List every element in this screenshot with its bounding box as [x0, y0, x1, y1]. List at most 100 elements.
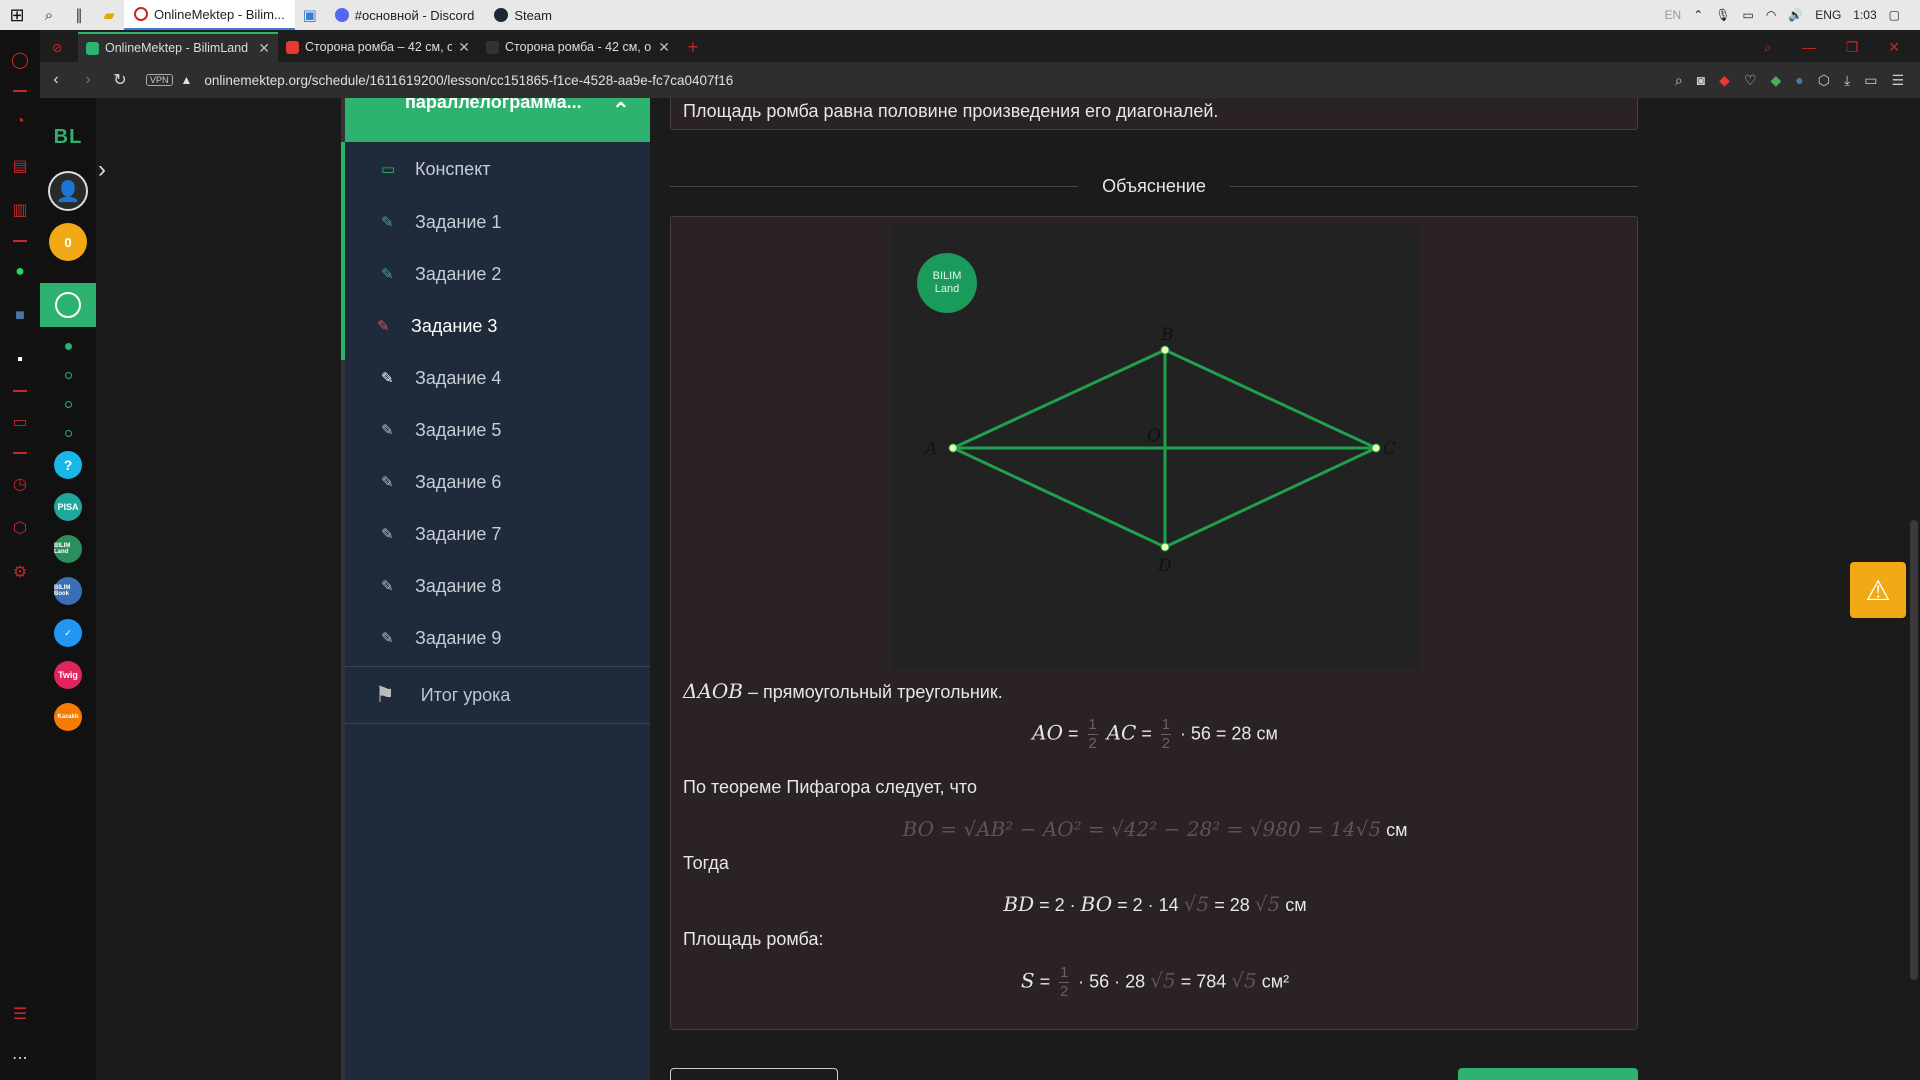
snapshot-icon[interactable]: ◙ — [1697, 72, 1705, 89]
report-warning-icon[interactable]: ⚠ — [1850, 562, 1906, 618]
step-dot[interactable] — [64, 430, 72, 437]
bilimland-app-icon[interactable]: BILIM Land — [54, 535, 82, 563]
chevron-up-icon[interactable]: ⌃ — [1693, 8, 1703, 22]
windows-start-icon[interactable]: ⊞ — [0, 0, 34, 30]
chevron-right-icon[interactable]: › — [90, 150, 114, 190]
previous-button[interactable] — [670, 1068, 838, 1080]
forward-arrow-icon[interactable]: › — [72, 62, 104, 98]
discord-sidebar-icon[interactable]: ▪ — [0, 338, 40, 382]
scrollbar-thumb[interactable] — [1910, 520, 1918, 980]
notifications-icon[interactable]: ▢ — [1889, 8, 1900, 22]
edit-icon: ✎ — [381, 370, 394, 387]
frac-den: 2 — [1059, 983, 1069, 1000]
lesson-header[interactable]: параллелограмма... ⌃ — [345, 98, 650, 142]
sidebar-item-task-7[interactable]: ✎ Задание 7 — [345, 508, 650, 560]
checklist-app-icon[interactable]: ✓ — [54, 619, 82, 647]
restore-icon[interactable]: ❐ — [1846, 39, 1859, 56]
url-text[interactable]: onlinemektep.org/schedule/1611619200/les… — [204, 73, 733, 88]
sidebar-item-task-9[interactable]: ✎ Задание 9 — [345, 612, 650, 664]
sidebar-item-task-3[interactable]: ✎ Задание 3 — [341, 300, 650, 352]
taskview-icon[interactable]: ∥ — [64, 0, 94, 30]
sidebar-item-task-4[interactable]: ✎ Задание 4 — [345, 352, 650, 404]
onlinemektep-app-icon[interactable] — [40, 283, 96, 327]
back-arrow-icon[interactable]: ‹ — [40, 62, 72, 98]
settings-icon[interactable]: ⚙ — [0, 550, 40, 594]
extensions-icon[interactable]: ⬡ — [0, 506, 40, 550]
formula-bo: BO = √AB² − AO² = √42² − 28² = √980 = 14… — [671, 817, 1639, 841]
chevron-up-icon[interactable]: ⌃ — [612, 98, 630, 124]
heart-icon[interactable]: ♡ — [1744, 72, 1757, 89]
easy-setup-icon[interactable]: ☰ — [1891, 72, 1904, 89]
edit-icon: ✎ — [377, 318, 390, 335]
vk-icon[interactable]: ■ — [0, 294, 40, 338]
bilimland-logo[interactable]: BL — [54, 126, 83, 149]
warning-icon[interactable]: ▲ — [181, 73, 193, 87]
shopping-icon[interactable]: ▤ — [0, 144, 40, 188]
coins-badge[interactable]: 0 — [49, 223, 87, 261]
tab-label: Сторона ромба – 42 см, о — [305, 40, 453, 54]
step-dot[interactable] — [64, 372, 72, 379]
tab-quit[interactable]: ⊘ — [40, 32, 78, 62]
sidebar-item-task-5[interactable]: ✎ Задание 5 — [345, 404, 650, 456]
vk-taskbar-icon[interactable]: ▣ — [295, 0, 325, 30]
volume-icon[interactable]: 🔊 — [1788, 8, 1803, 22]
taskbar-app-discord[interactable]: #основной - Discord — [325, 0, 485, 30]
battery-saver-icon[interactable]: ▭ — [1864, 72, 1877, 89]
minimize-icon[interactable]: — — [1802, 39, 1816, 55]
point-b — [1160, 345, 1170, 355]
reload-icon[interactable]: ↻ — [104, 62, 136, 98]
avatar[interactable]: 👤 — [48, 171, 88, 211]
tray-language[interactable]: ENG — [1815, 8, 1841, 22]
sidebar-item-task-2[interactable]: ✎ Задание 2 — [345, 248, 650, 300]
pisa-app-icon[interactable]: PISA — [54, 493, 82, 521]
download-icon[interactable]: ⤓ — [1844, 72, 1850, 89]
speed-dial-icon[interactable]: ◔ — [0, 100, 40, 144]
sidebar-item-konspekt[interactable]: ▭ Конспект — [345, 142, 650, 196]
extension-cube-icon[interactable]: ◆ — [1771, 72, 1782, 89]
vpn-badge[interactable]: VPN — [146, 74, 173, 86]
tab-label: Сторона ромба - 42 см, о — [505, 40, 652, 54]
microphone-icon[interactable]: 🎙 — [1715, 8, 1730, 22]
bilimbook-app-icon[interactable]: BILIM Book — [54, 577, 82, 605]
tab-onlinemektep[interactable]: OnlineMektep - BilimLand ✕ — [78, 32, 278, 62]
os-taskbar: ⊞ ⌕ ∥ ▰ OnlineMektep - Bilim... ▣ #основ… — [0, 0, 1920, 30]
close-icon[interactable]: ✕ — [658, 39, 670, 56]
step-dot[interactable] — [64, 401, 72, 408]
tab-search-icon[interactable]: ⌕ — [1764, 39, 1772, 56]
sidebar-item-task-8[interactable]: ✎ Задание 8 — [345, 560, 650, 612]
help-icon[interactable]: ? — [54, 451, 82, 479]
twig-app-icon[interactable]: Twig — [54, 661, 82, 689]
step-dot[interactable] — [64, 343, 72, 350]
taskbar-app-steam[interactable]: Steam — [484, 0, 562, 30]
history-icon[interactable]: ◷ — [0, 462, 40, 506]
next-button[interactable] — [1458, 1068, 1638, 1080]
close-icon[interactable]: ✕ — [458, 39, 470, 56]
math-eq: = — [1039, 971, 1051, 992]
extensions-icon[interactable]: ⬡ — [1818, 72, 1830, 89]
twitch-icon[interactable]: ▥ — [0, 188, 40, 232]
more-icon[interactable]: ⋯ — [0, 1036, 40, 1080]
tab-yandex-1[interactable]: Сторона ромба – 42 см, о ✕ — [278, 32, 478, 62]
new-tab-plus-icon[interactable]: + — [678, 32, 708, 62]
vk-extension-icon[interactable]: ● — [1795, 72, 1803, 89]
search-icon[interactable]: ⌕ — [34, 0, 64, 30]
adblock-icon[interactable]: ◆ — [1719, 72, 1730, 89]
tray-clock[interactable]: 1:03 — [1853, 8, 1876, 22]
kazakh-app-icon[interactable]: Kazakh — [54, 703, 82, 731]
sidebar-item-summary[interactable]: ⚑ Итог урока — [345, 666, 650, 724]
opera-logo-icon[interactable]: ◯ — [0, 38, 40, 82]
whatsapp-icon[interactable]: ● — [0, 250, 40, 294]
sidebar-setup-icon[interactable]: ☰ — [0, 992, 40, 1036]
tab-znanija[interactable]: Сторона ромба - 42 см, о ✕ — [478, 32, 678, 62]
zoom-icon[interactable]: ⌕ — [1675, 72, 1683, 89]
sidebar-item-task-6[interactable]: ✎ Задание 6 — [345, 456, 650, 508]
wifi-icon[interactable]: ◠ — [1766, 8, 1776, 22]
file-explorer-icon[interactable]: ▰ — [94, 0, 124, 30]
sidebar-item-task-1[interactable]: ✎ Задание 1 — [345, 196, 650, 248]
close-icon[interactable]: ✕ — [258, 40, 270, 57]
taskbar-app-opera[interactable]: OnlineMektep - Bilim... — [124, 0, 295, 30]
battery-icon[interactable]: ▭ — [1743, 8, 1754, 22]
page-scrollbar[interactable] — [1908, 98, 1920, 1080]
wallet-icon[interactable]: ▭ — [0, 400, 40, 444]
window-close-icon[interactable]: ✕ — [1888, 39, 1900, 56]
